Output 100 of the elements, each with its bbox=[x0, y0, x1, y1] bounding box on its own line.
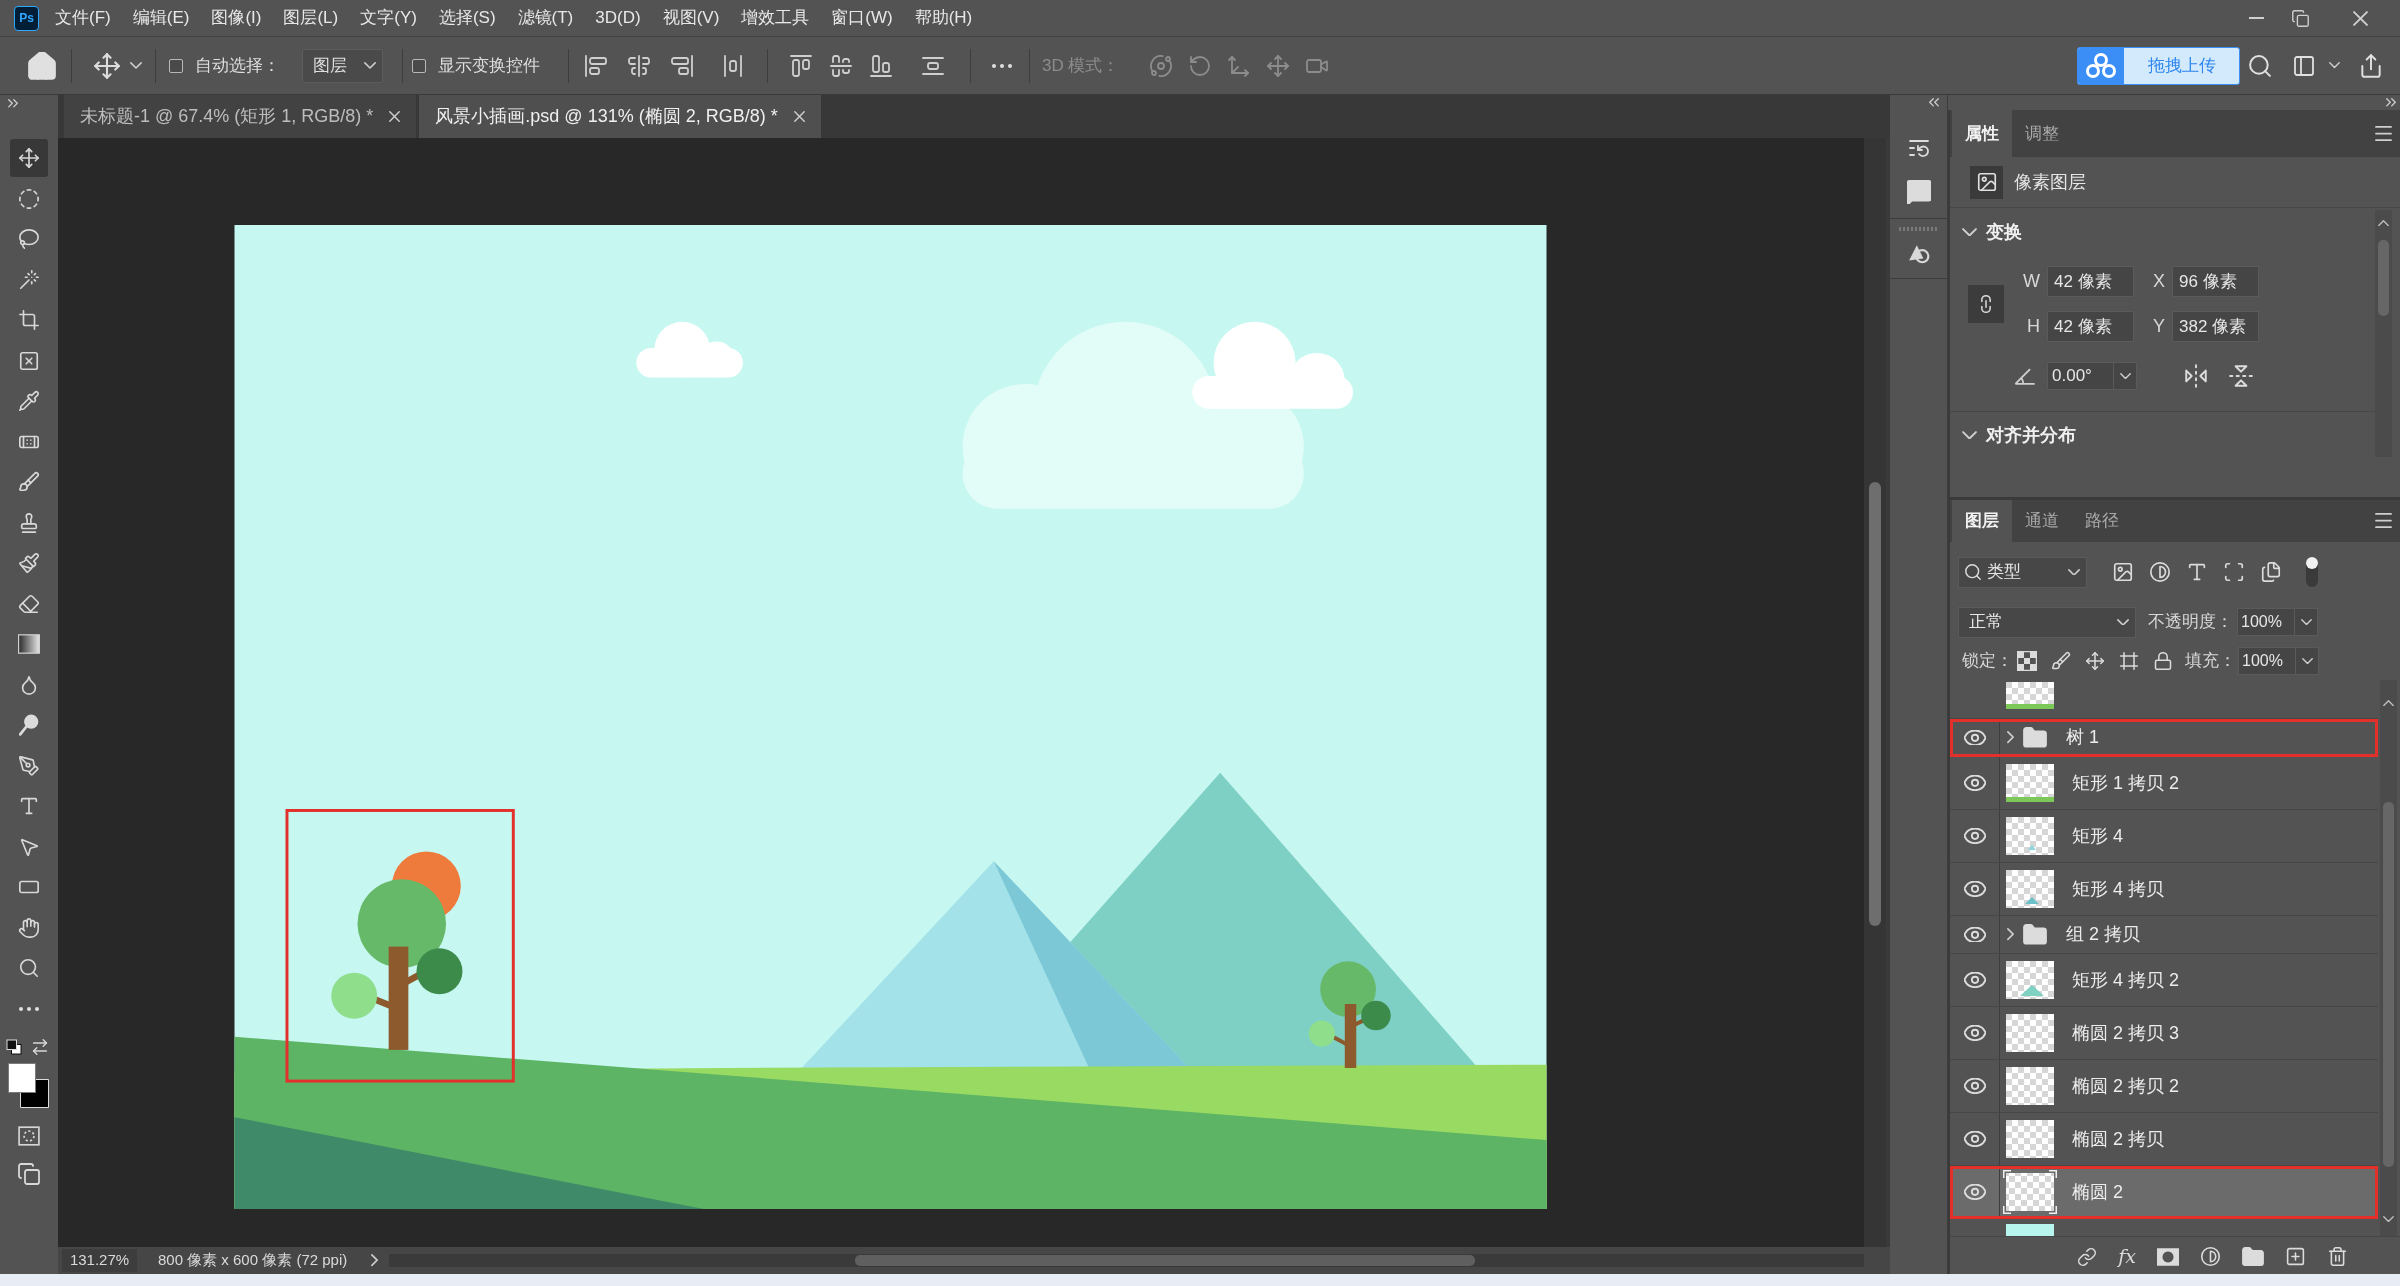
eye-icon[interactable] bbox=[1963, 775, 1986, 791]
menu-item[interactable]: 增效工具 bbox=[735, 3, 816, 33]
section-title[interactable]: 对齐并分布 bbox=[1986, 421, 2076, 449]
checkbox[interactable] bbox=[412, 58, 426, 73]
chevron-down-icon[interactable] bbox=[2383, 1215, 2394, 1222]
speech-bubble-icon[interactable] bbox=[1906, 180, 1931, 204]
panel-tab[interactable]: 属性 bbox=[1952, 110, 2012, 157]
menu-item[interactable]: 滤镜(T) bbox=[511, 3, 580, 33]
chevron-up-icon[interactable] bbox=[2383, 700, 2394, 707]
share-icon[interactable] bbox=[2358, 52, 2384, 79]
stacked-windows-icon[interactable] bbox=[18, 1163, 40, 1185]
dashed-circle-frame-icon[interactable] bbox=[18, 1126, 40, 1146]
chevron-right-icon[interactable] bbox=[2007, 731, 2014, 744]
background-color-swatch[interactable] bbox=[20, 1079, 49, 1108]
search-icon[interactable] bbox=[2249, 54, 2271, 77]
eye-icon[interactable] bbox=[1963, 1131, 1986, 1147]
layer-target-dropdown[interactable]: 图层 bbox=[302, 48, 383, 83]
section-title[interactable]: 变换 bbox=[1986, 218, 2022, 246]
lock-icon[interactable] bbox=[2153, 651, 2173, 671]
menu-item[interactable]: 图层(L) bbox=[277, 3, 345, 33]
eye-icon[interactable] bbox=[1963, 1184, 1986, 1200]
align-top-icon[interactable] bbox=[789, 53, 813, 78]
layer-row[interactable]: 椭圆 2 bbox=[1950, 1166, 2378, 1219]
input-field[interactable]: 42 像素 bbox=[2047, 311, 2134, 342]
eye-icon[interactable] bbox=[1963, 729, 1986, 746]
home-icon[interactable] bbox=[28, 51, 56, 80]
chevron-down-icon[interactable] bbox=[1962, 430, 1977, 440]
fill-field[interactable]: 100% bbox=[2238, 647, 2296, 675]
scrollbar-track[interactable] bbox=[1864, 138, 1886, 1247]
half-circle-icon[interactable] bbox=[2149, 561, 2171, 583]
chevron-up-icon[interactable] bbox=[2378, 220, 2389, 227]
files-icon[interactable] bbox=[2260, 561, 2282, 583]
caret-icon[interactable] bbox=[2329, 62, 2340, 69]
checkbox[interactable] bbox=[169, 58, 183, 73]
scrollbar-thumb[interactable] bbox=[2383, 802, 2394, 1167]
tool-button[interactable] bbox=[10, 139, 48, 178]
link-icon[interactable] bbox=[2077, 1246, 2098, 1267]
layer-row[interactable]: 矩形 4 拷贝 bbox=[1950, 863, 2378, 916]
double-chevron-icon[interactable] bbox=[8, 99, 18, 108]
scrollbar-thumb[interactable] bbox=[855, 1255, 1476, 1266]
dropdown-button[interactable] bbox=[2114, 362, 2137, 390]
eye-icon[interactable] bbox=[1963, 828, 1986, 844]
distribute-icon[interactable] bbox=[721, 53, 745, 78]
circle-hole-rect-icon[interactable] bbox=[2157, 1247, 2179, 1266]
move-icon[interactable] bbox=[94, 52, 120, 79]
triangle-circle-icon[interactable] bbox=[1907, 244, 1930, 264]
document-tab[interactable]: 未标题-1 @ 67.4% (矩形 1, RGB/8) * bbox=[64, 95, 417, 138]
align-middle-icon[interactable] bbox=[829, 53, 853, 78]
opacity-field[interactable]: 100% bbox=[2237, 608, 2295, 636]
input-field[interactable]: 382 像素 bbox=[2172, 311, 2259, 342]
eye-icon[interactable] bbox=[1963, 972, 1986, 988]
folder-icon[interactable] bbox=[2242, 1247, 2264, 1266]
corner-brackets-icon[interactable] bbox=[2223, 561, 2245, 583]
swap-arrows-icon[interactable] bbox=[32, 1039, 48, 1055]
layer-row[interactable]: 树 1 bbox=[1950, 719, 2378, 757]
layer-row[interactable]: 组 2 拷贝 bbox=[1950, 916, 2378, 954]
layer-row[interactable]: 矩形 1 拷贝 2 bbox=[1950, 757, 2378, 810]
align-center-icon[interactable] bbox=[627, 53, 651, 78]
fx-button[interactable]: fx bbox=[2118, 1247, 2136, 1266]
eye-icon[interactable] bbox=[1963, 926, 1986, 943]
flip-horizontal-icon[interactable] bbox=[2183, 363, 2209, 389]
layer-row[interactable]: 矩形 4 bbox=[1950, 810, 2378, 863]
align-bottom-icon[interactable] bbox=[869, 53, 893, 78]
scrollbar-thumb[interactable] bbox=[2378, 240, 2389, 316]
close-icon[interactable] bbox=[389, 111, 401, 122]
caret-icon[interactable] bbox=[130, 62, 142, 69]
layer-row[interactable]: 椭圆 2 拷贝 3 bbox=[1950, 1007, 2378, 1060]
menu-item[interactable]: 文字(Y) bbox=[354, 3, 423, 33]
brush-icon[interactable] bbox=[2051, 651, 2071, 671]
align-left-icon[interactable] bbox=[584, 53, 608, 78]
double-chevron-icon[interactable] bbox=[2386, 98, 2396, 107]
grip-icon[interactable] bbox=[1898, 227, 1939, 231]
half-circle-icon[interactable] bbox=[2200, 1246, 2221, 1267]
zoom-field[interactable]: 131.27% bbox=[62, 1249, 137, 1272]
image-icon[interactable] bbox=[2112, 561, 2134, 583]
filter-toggle[interactable] bbox=[2306, 557, 2318, 587]
dropdown-button[interactable] bbox=[2295, 608, 2318, 636]
chevron-right-icon[interactable] bbox=[2007, 928, 2014, 941]
menu-item[interactable]: 编辑(E) bbox=[126, 3, 196, 33]
checkerboard-icon[interactable] bbox=[2017, 651, 2037, 671]
menu-item[interactable]: 3D(D) bbox=[589, 3, 647, 33]
scrollbar-thumb[interactable] bbox=[1869, 482, 1881, 926]
layer-row[interactable]: 椭圆 2 拷贝 bbox=[1950, 1113, 2378, 1166]
layer-row[interactable]: 椭圆 2 拷贝 2 bbox=[1950, 1060, 2378, 1113]
blend-mode-dropdown[interactable]: 正常 bbox=[1958, 606, 2136, 638]
move-icon[interactable] bbox=[2085, 651, 2105, 671]
scrollbar-track[interactable] bbox=[2380, 680, 2397, 1236]
plus-square-icon[interactable] bbox=[2285, 1246, 2306, 1267]
angle-field[interactable]: 0.00° bbox=[2047, 362, 2114, 390]
double-chevron-icon[interactable] bbox=[1929, 98, 1939, 107]
menu-item[interactable]: 选择(S) bbox=[432, 3, 502, 33]
chevron-right-icon[interactable] bbox=[371, 1254, 379, 1267]
scrollbar-track[interactable] bbox=[2375, 210, 2392, 457]
input-field[interactable]: 42 像素 bbox=[2047, 266, 2134, 297]
document-tab[interactable]: 风景小插画.psd @ 131% (椭圆 2, RGB/8) * bbox=[419, 95, 821, 138]
panel-layout-icon[interactable] bbox=[2292, 53, 2316, 78]
flip-vertical-icon[interactable] bbox=[2228, 363, 2254, 389]
menu-item[interactable]: 窗口(W) bbox=[825, 3, 899, 33]
menu-icon[interactable] bbox=[2375, 125, 2392, 142]
eye-icon[interactable] bbox=[1963, 1025, 1986, 1041]
